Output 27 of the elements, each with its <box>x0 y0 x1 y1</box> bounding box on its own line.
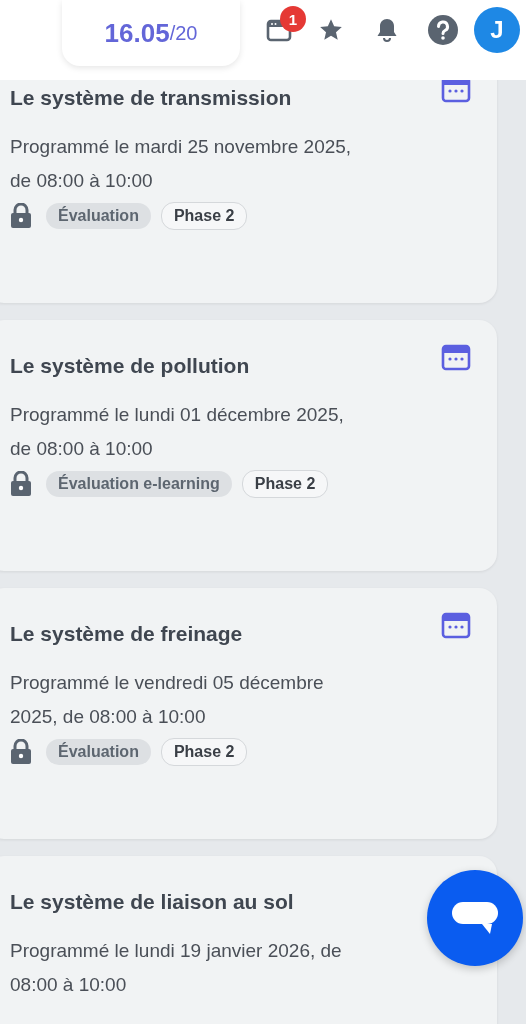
tag-label: Phase 2 <box>241 470 329 498</box>
tag-label: Phase 2 <box>160 738 248 766</box>
session-title: Le système de freinage <box>10 622 243 646</box>
score-display: 16.05/20 <box>62 0 240 66</box>
notification-badge: 1 <box>280 6 306 32</box>
calendar-icon[interactable] <box>441 342 471 372</box>
schedule-text: Programmé le lundi 19 janvier 2026, de 08:00 à 10:00 <box>10 939 343 997</box>
schedule-text: Programmé le lundi 01 décembre 2025, de 08:00 à 10:00 <box>10 403 345 461</box>
session-title: Le système de pollution <box>10 354 250 378</box>
tag-label: Évaluation <box>46 739 151 765</box>
session-card[interactable]: Le système de freinage Programmé le vendredi 05 décembre 2025, de 08:00 à 10:00 Évaluation Phase 2 <box>0 588 497 839</box>
session-card[interactable]: Le système de transmission Programmé le mardi 25 novembre 2025, de 08:00 à 10:00 Évaluation Phase 2 <box>0 80 497 303</box>
help-button[interactable] <box>426 14 460 46</box>
chat-icon <box>450 900 500 936</box>
session-title: Le système de liaison au sol <box>10 890 294 914</box>
tag-label: Évaluation <box>46 203 151 229</box>
tag-label: Phase 2 <box>160 202 248 230</box>
session-card[interactable]: Le système de liaison au sol Programmé le lundi 19 janvier 2026, de 08:00 à 10:00 <box>0 856 497 1024</box>
session-card[interactable]: Le système de pollution Programmé le lundi 01 décembre 2025, de 08:00 à 10:00 Évaluation e-learning Phase 2 <box>0 320 497 571</box>
calendar-button[interactable]: 1 <box>266 4 306 42</box>
calendar-icon[interactable] <box>441 610 471 640</box>
schedule-text: Programmé le mardi 25 novembre 2025, de 08:00 à 10:00 <box>10 135 353 193</box>
schedule-text: Programmé le vendredi 05 décembre 2025, de 08:00 à 10:00 <box>10 671 325 729</box>
session-title: Le système de transmission <box>10 86 292 110</box>
tag-label: Évaluation e-learning <box>46 471 232 497</box>
calendar-icon[interactable] <box>441 80 471 104</box>
user-avatar[interactable]: J <box>474 7 520 53</box>
